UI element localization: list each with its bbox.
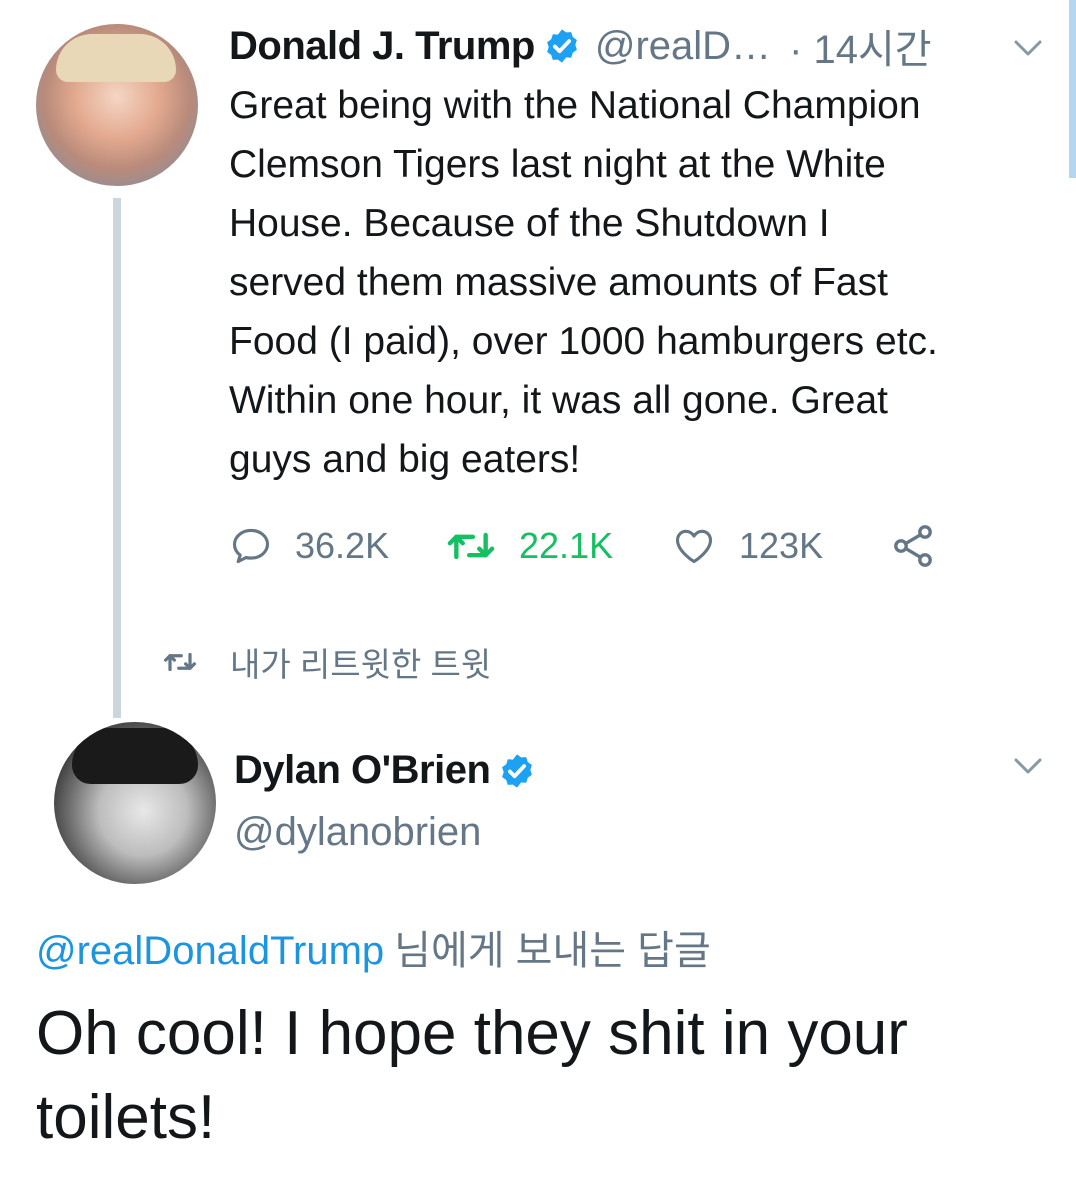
- like-count: 123K: [739, 525, 824, 566]
- avatar-hair: [56, 34, 176, 82]
- reply-to-suffix: 님에게 보내는 답글: [394, 929, 711, 973]
- reply-to-handle[interactable]: @realDonaldTrump: [36, 929, 384, 973]
- share-icon: [894, 525, 932, 567]
- scroll-indicator: [1069, 0, 1076, 178]
- verified-badge-icon: [546, 29, 577, 63]
- heart-icon: [675, 529, 713, 564]
- share-button[interactable]: [889, 522, 937, 570]
- reply-count: 36.2K: [295, 525, 390, 566]
- like-button[interactable]: 123K: [671, 524, 889, 568]
- retweet-button[interactable]: 22.1K: [445, 524, 671, 568]
- tweet-actions: 36.2K 22.1K 123K: [229, 518, 937, 574]
- reply-author-handle[interactable]: @dylanobrien: [234, 810, 481, 855]
- avatar-hair: [72, 728, 198, 784]
- reply-icon: [232, 528, 270, 564]
- reply-to-line: @realDonaldTrump 님에게 보내는 답글: [36, 918, 711, 976]
- avatar[interactable]: [36, 24, 198, 186]
- tweet-timestamp[interactable]: · 14시간: [789, 17, 932, 75]
- retweet-context-label: 내가 리트윗한 트윗: [230, 646, 492, 683]
- retweet-context: 내가 리트윗한 트윗: [160, 638, 491, 686]
- retweet-icon: [164, 652, 196, 672]
- verified-badge-icon: [502, 753, 533, 788]
- reply-author-header: Dylan O'Brien: [234, 748, 536, 793]
- thread-line: [113, 198, 121, 718]
- chevron-down-icon[interactable]: [1010, 748, 1046, 784]
- chevron-down-icon[interactable]: [1010, 30, 1046, 66]
- reply-button[interactable]: 36.2K: [229, 524, 445, 568]
- tweet-header: Donald J. Trump @realD… · 14시간: [229, 18, 932, 74]
- reply-text: Oh cool! I hope they shit in your toilet…: [36, 999, 908, 1152]
- tweet-text: Great being with the National Champion C…: [229, 84, 938, 481]
- retweet-icon: [447, 532, 495, 560]
- author-name[interactable]: Donald J. Trump: [229, 24, 535, 69]
- avatar[interactable]: [54, 722, 216, 884]
- reply-author-name[interactable]: Dylan O'Brien: [234, 748, 491, 793]
- author-handle[interactable]: @realD…: [595, 24, 771, 69]
- retweet-count: 22.1K: [519, 525, 614, 566]
